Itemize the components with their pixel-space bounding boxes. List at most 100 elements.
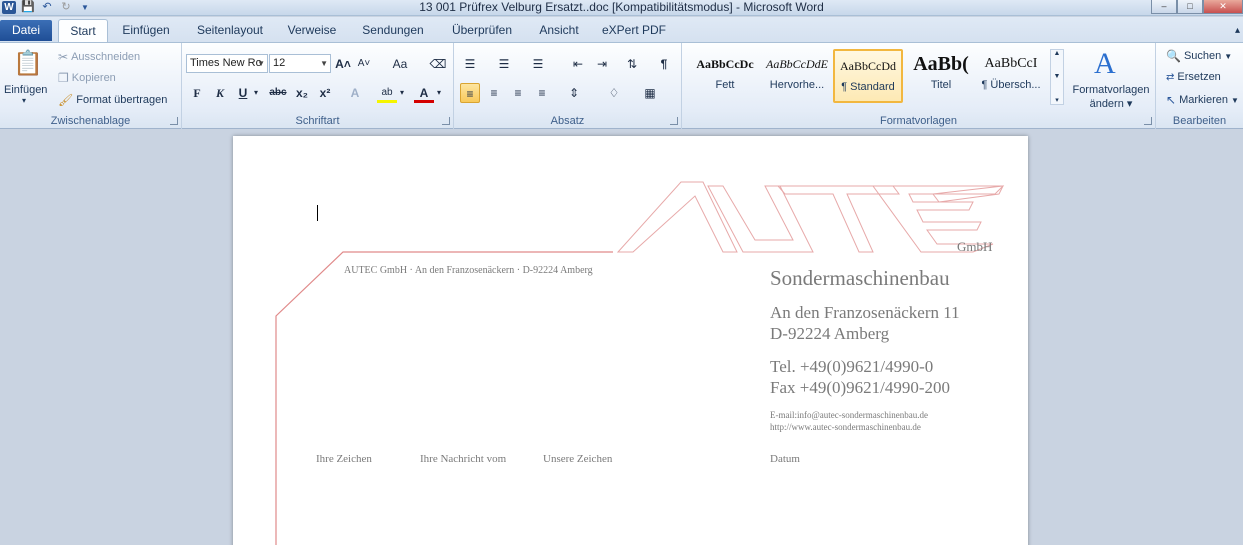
- text-effects-icon[interactable]: A: [345, 83, 365, 103]
- chevron-down-icon[interactable]: ▼: [320, 55, 328, 72]
- letterhead-graphics: [275, 181, 1005, 545]
- style-ueberschrift[interactable]: AaBbCcI ¶ Übersch...: [976, 49, 1046, 103]
- maximize-icon[interactable]: □: [1177, 0, 1203, 14]
- highlight-dropdown-icon[interactable]: ▾: [397, 83, 407, 103]
- fax-number: Fax +49(0)9621/4990-200: [770, 378, 951, 397]
- address-city: D-92224 Amberg: [770, 324, 890, 343]
- change-styles-icon[interactable]: A: [1094, 47, 1116, 81]
- find-button[interactable]: 🔍 Suchen ▼: [1166, 49, 1232, 63]
- tab-ueberpruefen[interactable]: Überprüfen: [444, 19, 520, 42]
- italic-button[interactable]: K: [210, 83, 230, 103]
- multilevel-list-icon[interactable]: ☰: [528, 54, 548, 74]
- clear-formatting-icon[interactable]: ⌫: [428, 54, 448, 74]
- decrease-indent-icon[interactable]: ⇤: [568, 54, 588, 74]
- superscript-button[interactable]: x²: [315, 83, 335, 103]
- font-color-dropdown-icon[interactable]: ▾: [434, 83, 444, 103]
- change-styles-label-2[interactable]: ändern ▾: [1070, 97, 1152, 110]
- select-button[interactable]: ↖ Markieren ▼: [1166, 93, 1239, 107]
- format-painter-label: Format übertragen: [76, 94, 168, 106]
- styles-launcher-icon[interactable]: [1144, 117, 1152, 125]
- style-titel[interactable]: AaBb( Titel: [906, 49, 976, 103]
- justify-icon[interactable]: ≡: [532, 83, 552, 103]
- clipboard-launcher-icon[interactable]: [170, 117, 178, 125]
- align-right-icon[interactable]: ≡: [508, 83, 528, 103]
- style-sample: AaBbCcDdE: [766, 57, 828, 71]
- shrink-font-button[interactable]: A˅: [354, 54, 374, 74]
- title-bar: W 💾 ↶ ↻ ▼ 13 001 Prüfrex Velburg Ersatzt…: [0, 0, 1243, 16]
- chevron-down-icon[interactable]: ▼: [1054, 73, 1061, 80]
- tab-seitenlayout[interactable]: Seitenlayout: [188, 19, 272, 42]
- borders-icon[interactable]: ▦: [640, 83, 660, 103]
- shading-icon[interactable]: ♢: [604, 83, 624, 103]
- style-name: ¶ Standard: [841, 81, 895, 93]
- line-spacing-icon[interactable]: ⇕: [564, 83, 584, 103]
- font-size-combo[interactable]: 12 ▼: [269, 54, 331, 73]
- style-name: Titel: [930, 79, 952, 91]
- bold-button[interactable]: F: [187, 83, 207, 103]
- chevron-down-icon[interactable]: ▼: [1231, 96, 1239, 105]
- align-left-icon[interactable]: ≡: [460, 83, 480, 103]
- tab-expert-pdf[interactable]: eXPert PDF: [598, 19, 670, 42]
- bullets-icon[interactable]: ☰: [460, 54, 480, 74]
- font-launcher-icon[interactable]: [442, 117, 450, 125]
- grow-font-button[interactable]: A˄: [333, 54, 353, 74]
- tab-verweise[interactable]: Verweise: [280, 19, 344, 42]
- ref-label-ihre-zeichen: Ihre Zeichen: [316, 453, 372, 465]
- ref-label-ihre-nachricht: Ihre Nachricht vom: [420, 453, 507, 465]
- group-label-styles: Formatvorlagen: [879, 115, 958, 127]
- document-page[interactable]: GmbH AUTEC GmbH · An den Franzosenäckern…: [233, 136, 1028, 545]
- style-standard[interactable]: AaBbCcDd ¶ Standard: [833, 49, 903, 103]
- sort-icon[interactable]: ⇅: [622, 54, 642, 74]
- strikethrough-button[interactable]: abc: [266, 83, 290, 103]
- style-sample: AaBbCcI: [984, 56, 1038, 71]
- replace-button[interactable]: ⇄ Ersetzen: [1166, 71, 1221, 83]
- tab-start[interactable]: Start: [58, 19, 108, 42]
- tab-ansicht[interactable]: Ansicht: [530, 19, 588, 42]
- paste-button[interactable]: Einfügen: [4, 84, 47, 96]
- tab-datei[interactable]: Datei: [0, 20, 52, 41]
- ribbon-minimize-icon[interactable]: ▴: [1232, 19, 1243, 42]
- tab-einfuegen[interactable]: Einfügen: [114, 19, 178, 42]
- paste-dropdown-icon[interactable]: ▾: [22, 96, 26, 105]
- style-fett[interactable]: AaBbCcDc Fett: [690, 49, 760, 103]
- subscript-button[interactable]: x₂: [292, 83, 312, 103]
- find-label: Suchen: [1183, 50, 1222, 62]
- minimize-icon[interactable]: –: [1151, 0, 1177, 14]
- paintbrush-icon: 🖌: [58, 93, 74, 107]
- group-styles: AaBbCcDc Fett AaBbCcDdE Hervorhe... AaBb…: [682, 43, 1156, 129]
- paste-icon[interactable]: 📋: [13, 48, 43, 78]
- copy-button[interactable]: ❐ Kopieren: [58, 71, 116, 85]
- paragraph-launcher-icon[interactable]: [670, 117, 678, 125]
- chevron-down-icon[interactable]: ▼: [257, 55, 265, 72]
- format-painter-button[interactable]: 🖌 Format übertragen: [58, 93, 167, 107]
- tab-sendungen[interactable]: Sendungen: [354, 19, 432, 42]
- cut-button[interactable]: ✂ Ausschneiden: [58, 50, 140, 64]
- font-name-combo[interactable]: Times New Ro ▼: [186, 54, 268, 73]
- company-description: Sondermaschinenbau: [770, 266, 950, 290]
- style-hervorhebung[interactable]: AaBbCcDdE Hervorhe...: [762, 49, 832, 103]
- more-icon[interactable]: ▾: [1055, 96, 1059, 104]
- group-label-editing: Bearbeiten: [1172, 115, 1227, 127]
- underline-button[interactable]: U: [233, 83, 253, 103]
- numbering-icon[interactable]: ☰: [494, 54, 514, 74]
- highlight-button[interactable]: ab: [377, 83, 397, 103]
- website-url: http://www.autec-sondermaschinenbau.de: [770, 422, 921, 432]
- show-formatting-icon[interactable]: ¶: [654, 54, 674, 74]
- text-caret: [317, 205, 318, 221]
- copy-icon: ❐: [58, 71, 69, 85]
- font-color-button[interactable]: A: [414, 83, 434, 103]
- copy-label: Kopieren: [71, 72, 116, 84]
- chevron-down-icon[interactable]: ▼: [1224, 52, 1232, 61]
- chevron-up-icon[interactable]: ▲: [1054, 50, 1061, 57]
- style-sample: AaBbCcDc: [696, 57, 754, 71]
- styles-gallery-scroll[interactable]: ▲ ▼ ▾: [1050, 49, 1064, 105]
- group-label-paragraph: Absatz: [550, 115, 585, 127]
- close-icon[interactable]: ✕: [1203, 0, 1243, 14]
- sender-line: AUTEC GmbH · An den Franzosenäckern · D-…: [344, 265, 593, 276]
- change-case-button[interactable]: Aa: [386, 54, 414, 74]
- change-styles-label-1[interactable]: Formatvorlagen: [1070, 84, 1152, 96]
- increase-indent-icon[interactable]: ⇥: [592, 54, 612, 74]
- underline-dropdown-icon[interactable]: ▾: [251, 83, 261, 103]
- align-center-icon[interactable]: ≡: [484, 83, 504, 103]
- ribbon: 📋 Einfügen ▾ ✂ Ausschneiden ❐ Kopieren 🖌…: [0, 42, 1243, 129]
